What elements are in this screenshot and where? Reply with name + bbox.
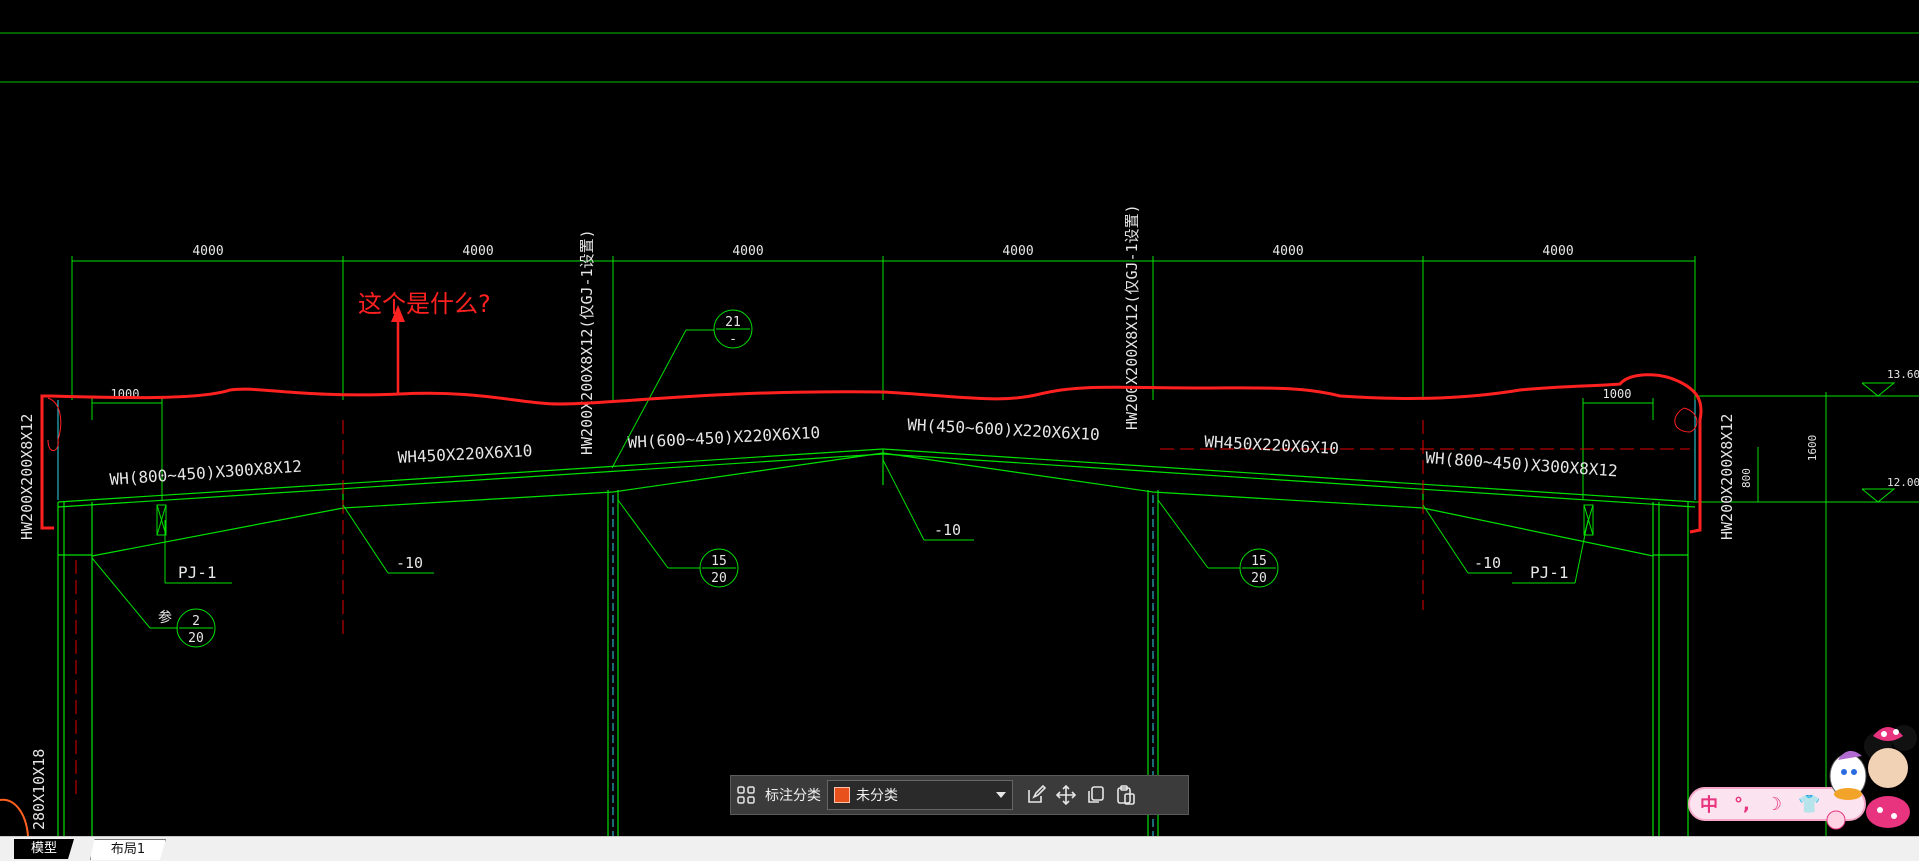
- paste-icon[interactable]: [1111, 780, 1141, 810]
- tab-model[interactable]: 模型: [14, 839, 74, 859]
- beam-label: WH(450~600)X220X6X10: [907, 415, 1100, 444]
- dim-text: 4000: [1272, 244, 1303, 259]
- category-label: 标注分类: [765, 788, 821, 804]
- tab-layout1[interactable]: 布局1: [90, 839, 166, 860]
- ime-lang-toggle[interactable]: 中: [1700, 791, 1718, 817]
- detail-ref-bottom: 20: [1251, 571, 1267, 586]
- copy-icon[interactable]: [1081, 780, 1111, 810]
- column-label: HW200X200X8X12(仅GJ-1设置): [1123, 204, 1141, 430]
- annotation-toolbar: 标注分类 未分类: [730, 775, 1189, 815]
- moon-icon[interactable]: ☽: [1766, 794, 1782, 815]
- ref-prefix: 参: [158, 609, 172, 626]
- pj-label: PJ-1: [1530, 563, 1569, 582]
- dim-text: 4000: [192, 244, 223, 259]
- detail-ref-top: 2: [192, 614, 200, 629]
- red-markup-squiggle: [1674, 407, 1698, 433]
- plate-label: -10: [396, 554, 423, 572]
- detail-ref-top: 21: [725, 315, 741, 330]
- beam-label: WH450X220X6X10: [397, 441, 533, 467]
- detail-ref-top: 15: [1251, 554, 1267, 569]
- move-icon[interactable]: [1051, 780, 1081, 810]
- column-label: HW200X200X8X12(仅GJ-1设置): [578, 229, 596, 455]
- sub-dim-text: 1000: [1603, 387, 1632, 401]
- detail-ref-bottom: 20: [711, 571, 727, 586]
- pj-label: PJ-1: [178, 563, 217, 582]
- detail-ref-leaders: [91, 329, 1589, 629]
- detail-ref-bottom: -: [729, 332, 737, 347]
- top-dimension-line: [71, 256, 1696, 400]
- beam-label: WH(800~450)X300X8X12: [1425, 448, 1619, 480]
- ime-punctuation-toggle[interactable]: °,: [1734, 794, 1750, 815]
- dim-text: 4000: [1002, 244, 1033, 259]
- red-markup-arc: [0, 798, 29, 836]
- detail-ref-bottom: 20: [188, 631, 204, 646]
- plate-label: -10: [934, 521, 961, 539]
- layout-tab-bar: 模型 布局1: [0, 836, 1919, 861]
- beam-label: WH(800~450)X300X8X12: [109, 457, 303, 489]
- column-label: 280X10X18: [30, 749, 48, 830]
- dim-text: 4000: [1542, 244, 1573, 259]
- right-dim-text: 1600: [1806, 435, 1819, 462]
- column-label: HW200X200X8X12: [1718, 414, 1736, 540]
- mascot-icon: [1826, 725, 1917, 830]
- red-markup-squiggle: [47, 397, 62, 451]
- pj-brace: [156, 504, 1594, 536]
- beam-label: WH(600~450)X220X6X10: [627, 423, 820, 452]
- column-label: HW200X200X8X12: [18, 414, 36, 540]
- category-select[interactable]: 未分类: [827, 780, 1013, 810]
- right-dim-text: 800: [1740, 468, 1753, 488]
- markup-question-text: 这个是什么?: [358, 290, 491, 318]
- chevron-down-icon: [996, 792, 1006, 798]
- grid-icon[interactable]: [731, 780, 761, 810]
- elevation-text: 13.600: [1887, 368, 1919, 381]
- dim-text: 4000: [462, 244, 493, 259]
- detail-ref-top: 15: [711, 554, 727, 569]
- cad-drawing-canvas[interactable]: 4000 4000 4000 4000 4000 4000 1000 1000: [0, 0, 1919, 836]
- dim-text: 4000: [732, 244, 763, 259]
- edit-icon[interactable]: [1021, 780, 1051, 810]
- elevation-text: 12.000: [1887, 476, 1919, 489]
- beam-label: WH450X220X6X10: [1204, 432, 1340, 458]
- plate-label: -10: [1474, 554, 1501, 572]
- category-color-swatch: [834, 787, 850, 803]
- category-value: 未分类: [856, 788, 898, 804]
